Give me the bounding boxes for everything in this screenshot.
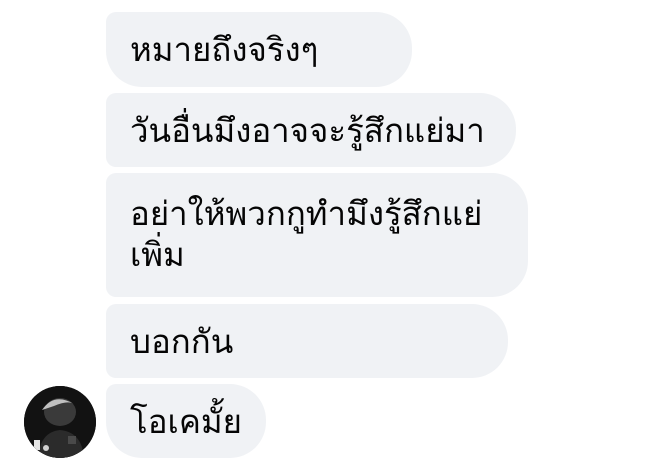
avatar-photo: [24, 386, 96, 458]
message-bubble[interactable]: หมายถึงจริงๆ: [106, 12, 412, 87]
message-thread: หมายถึงจริงๆ วันอื่นมึงอาจจะรู้สึกแย่มา …: [0, 0, 651, 465]
message-text: โอเคมั้ย: [130, 401, 242, 441]
message-text: หมายถึงจริงๆ: [130, 30, 319, 69]
message-bubble[interactable]: โอเคมั้ย: [106, 384, 266, 458]
message-text: บอกกัน: [130, 321, 234, 361]
message-bubble[interactable]: วันอื่นมึงอาจจะรู้สึกแย่มา: [106, 93, 516, 167]
message-text: วันอื่นมึงอาจจะรู้สึกแย่มา: [130, 110, 485, 150]
message-text: อย่าให้พวกกูทำมึงรู้สึกแย่เพิ่ม: [130, 194, 483, 274]
message-bubble[interactable]: บอกกัน: [106, 304, 508, 378]
avatar[interactable]: [24, 386, 96, 458]
message-bubble[interactable]: อย่าให้พวกกูทำมึงรู้สึกแย่เพิ่ม: [106, 173, 528, 297]
